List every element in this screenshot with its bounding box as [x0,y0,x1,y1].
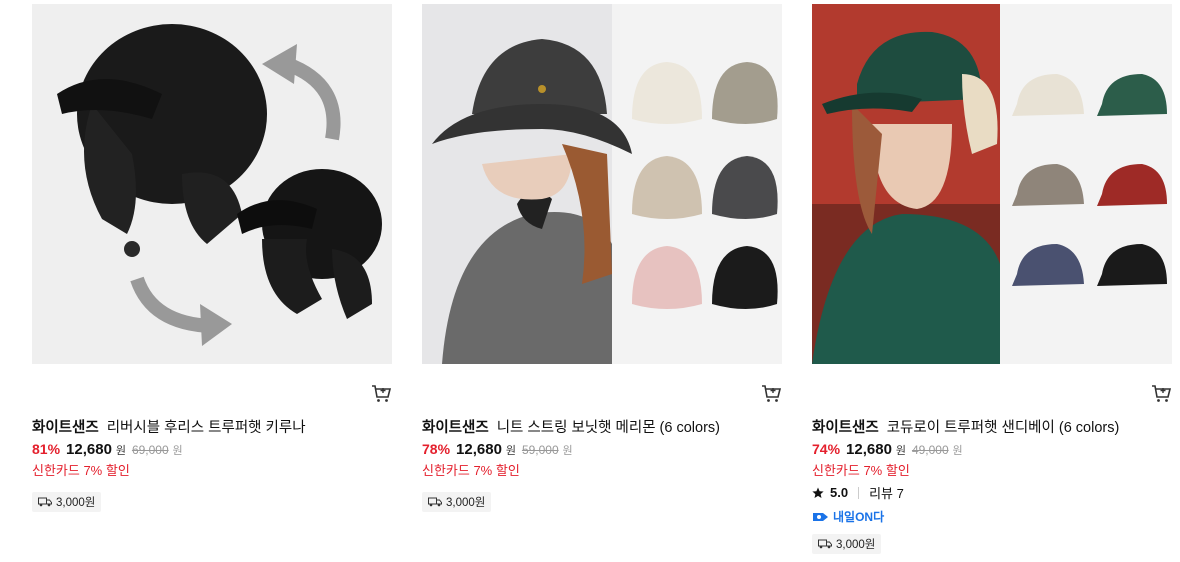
discount-rate: 81% [32,441,61,457]
product-image[interactable] [32,4,392,364]
star-icon [812,487,824,498]
brand-name: 화이트샌즈 [812,420,879,436]
product-name: 니트 스트링 보닛햇 메리몬 (6 colors) [496,420,720,436]
rating-row[interactable]: 5.0 리뷰 7 [812,483,904,502]
shipping-fee: 3,000원 [56,497,96,509]
review-count: 리뷰 7 [869,486,904,501]
truck-icon [38,497,52,507]
card-promo: 신한카드 7% 할인 [812,463,910,478]
rating-score: 5.0 [830,485,849,500]
price-unit: 원 [895,445,906,457]
product-card[interactable]: 화이트샌즈 니트 스트링 보닛햇 메리몬 (6 colors) 78% 12,680… [422,0,782,512]
shipping-badge: 3,000원 [32,492,102,512]
delivery-label: 내일ON다 [833,510,885,524]
brand-name: 화이트샌즈 [422,420,489,436]
original-price: 49,000 [911,443,949,457]
cart-icon[interactable] [1150,382,1172,404]
price-row: 74% 12,680 원 49,000 원 [812,441,963,458]
cart-icon[interactable] [760,382,782,404]
original-price-unit: 원 [562,445,573,457]
delivery-badge: 내일ON다 [812,508,884,525]
product-title[interactable]: 화이트샌즈 코듀로이 트루퍼햇 샌디베이 (6 colors) [812,416,1172,437]
card-promo: 신한카드 7% 할인 [422,463,520,478]
product-title[interactable]: 화이트샌즈 리버시블 후리스 트루퍼햇 키루나 [32,416,392,437]
sale-price: 12,680 [66,441,112,458]
product-card[interactable]: 화이트샌즈 리버시블 후리스 트루퍼햇 키루나 81% 12,680 원 69,000… [32,0,392,512]
truck-icon [428,497,442,507]
price-unit: 원 [505,445,516,457]
discount-rate: 78% [422,441,451,457]
shipping-fee: 3,000원 [446,497,486,509]
original-price-unit: 원 [172,445,183,457]
product-card[interactable]: 화이트샌즈 코듀로이 트루퍼햇 샌디베이 (6 colors) 74% 12,680… [812,0,1172,554]
rating-divider [858,486,860,499]
price-row: 81% 12,680 원 69,000 원 [32,441,183,458]
sale-price: 12,680 [456,441,502,458]
product-image[interactable] [422,4,782,364]
product-title[interactable]: 화이트샌즈 니트 스트링 보닛햇 메리몬 (6 colors) [422,416,782,437]
truck-icon [818,539,832,549]
price-row: 78% 12,680 원 59,000 원 [422,441,573,458]
discount-rate: 74% [812,441,841,457]
price-unit: 원 [115,445,126,457]
card-promo: 신한카드 7% 할인 [32,463,130,478]
cart-icon[interactable] [370,382,392,404]
original-price: 69,000 [131,443,169,457]
original-price: 59,000 [521,443,559,457]
product-image[interactable] [812,4,1172,364]
rocket-delivery-icon [813,512,828,521]
shipping-badge: 3,000원 [812,534,882,554]
original-price-unit: 원 [952,445,963,457]
sale-price: 12,680 [846,441,892,458]
shipping-badge: 3,000원 [422,492,492,512]
brand-name: 화이트샌즈 [32,420,99,436]
product-name: 코듀로이 트루퍼햇 샌디베이 (6 colors) [886,420,1120,436]
product-name: 리버시블 후리스 트루퍼햇 키루나 [106,420,306,436]
shipping-fee: 3,000원 [836,539,876,551]
